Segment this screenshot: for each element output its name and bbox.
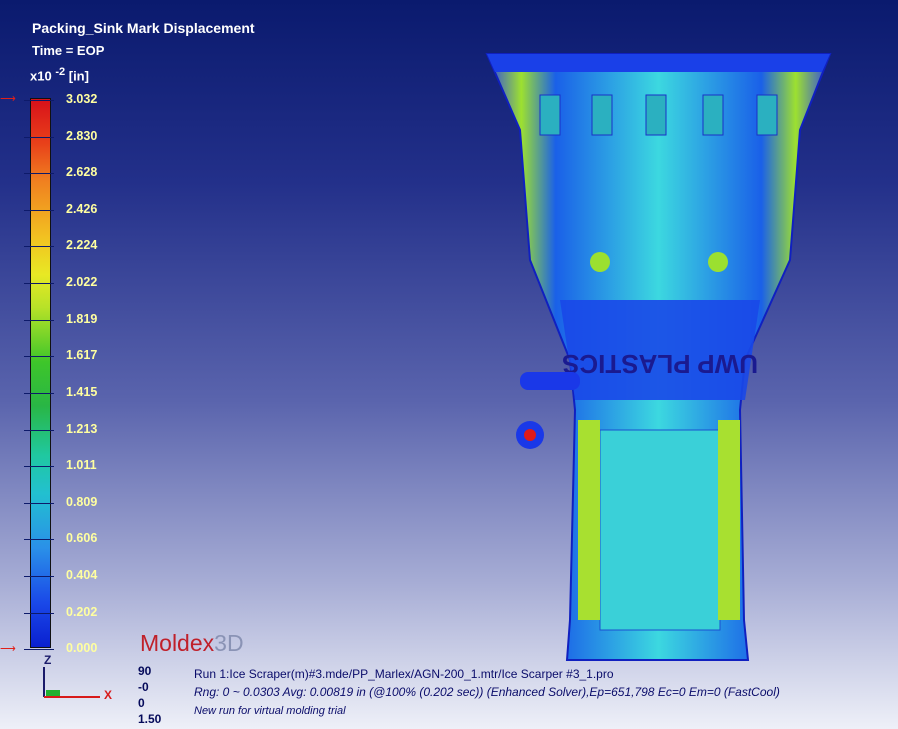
moldex3d-logo: Moldex3D: [140, 630, 244, 656]
handle-rail-left: [578, 420, 600, 620]
hole-left: [590, 252, 610, 272]
handle-rail-right: [718, 420, 740, 620]
range-info: Rng: 0 ~ 0.0303 Avg: 0.00819 in (@100% (…: [194, 685, 780, 699]
view-value-4: 1.50: [138, 712, 162, 726]
part-top-band: [487, 54, 830, 72]
hole-right: [708, 252, 728, 272]
view-value-1: 90: [138, 664, 152, 678]
view-value-3: 0: [138, 696, 145, 710]
axis-triad-icon: [43, 667, 100, 698]
run-note: New run for virtual molding trial: [194, 705, 346, 717]
gate-hotspot: [524, 429, 536, 441]
runner: [520, 372, 580, 390]
view-value-2: -0: [138, 680, 149, 694]
handle-core: [599, 429, 721, 631]
part-model[interactable]: UWP PLASTICS: [0, 0, 898, 729]
model-text: UWP PLASTICS: [562, 349, 758, 379]
run-info: Run 1:Ice Scraper(m)#3.mde/PP_Marlex/AGN…: [194, 667, 614, 681]
